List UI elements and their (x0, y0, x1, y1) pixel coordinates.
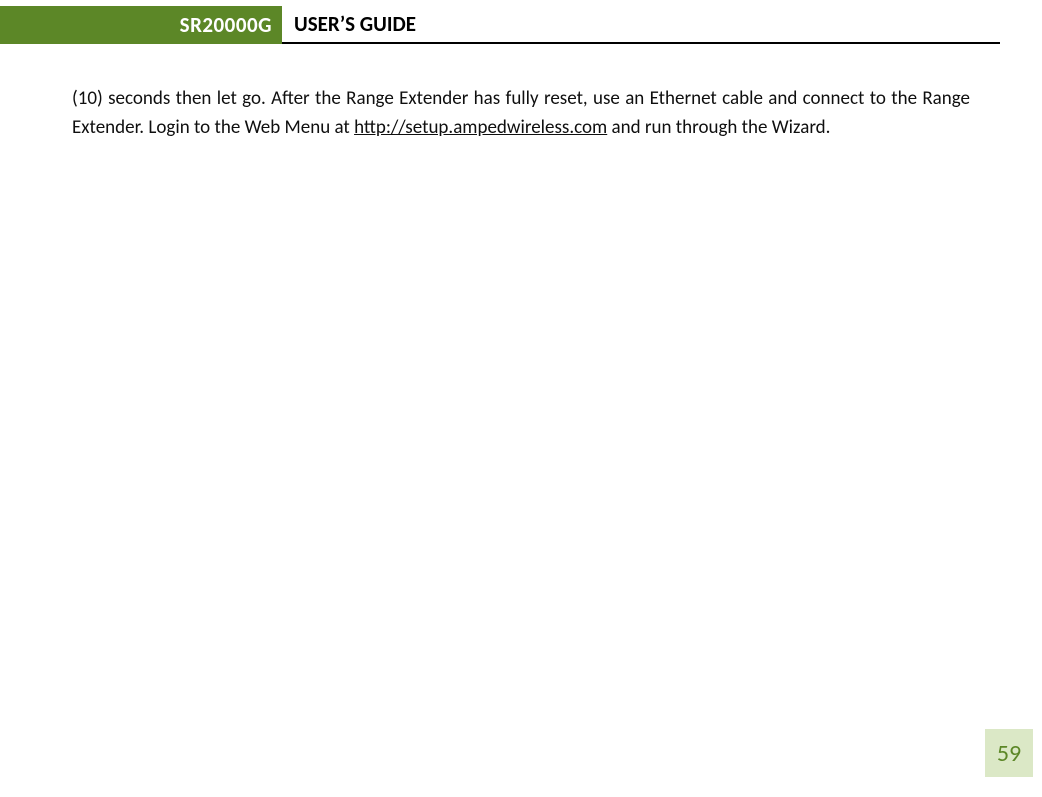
body-content: (10) seconds then let go. After the Rang… (0, 44, 1042, 143)
page-header: SR20000G USER’S GUIDE (0, 6, 1042, 44)
page-number: 59 (985, 729, 1033, 777)
setup-link[interactable]: http://setup.ampedwireless.com (354, 116, 607, 139)
model-label: SR20000G (0, 6, 282, 44)
guide-title: USER’S GUIDE (282, 6, 1000, 44)
body-text-after: and run through the Wizard. (607, 116, 830, 139)
